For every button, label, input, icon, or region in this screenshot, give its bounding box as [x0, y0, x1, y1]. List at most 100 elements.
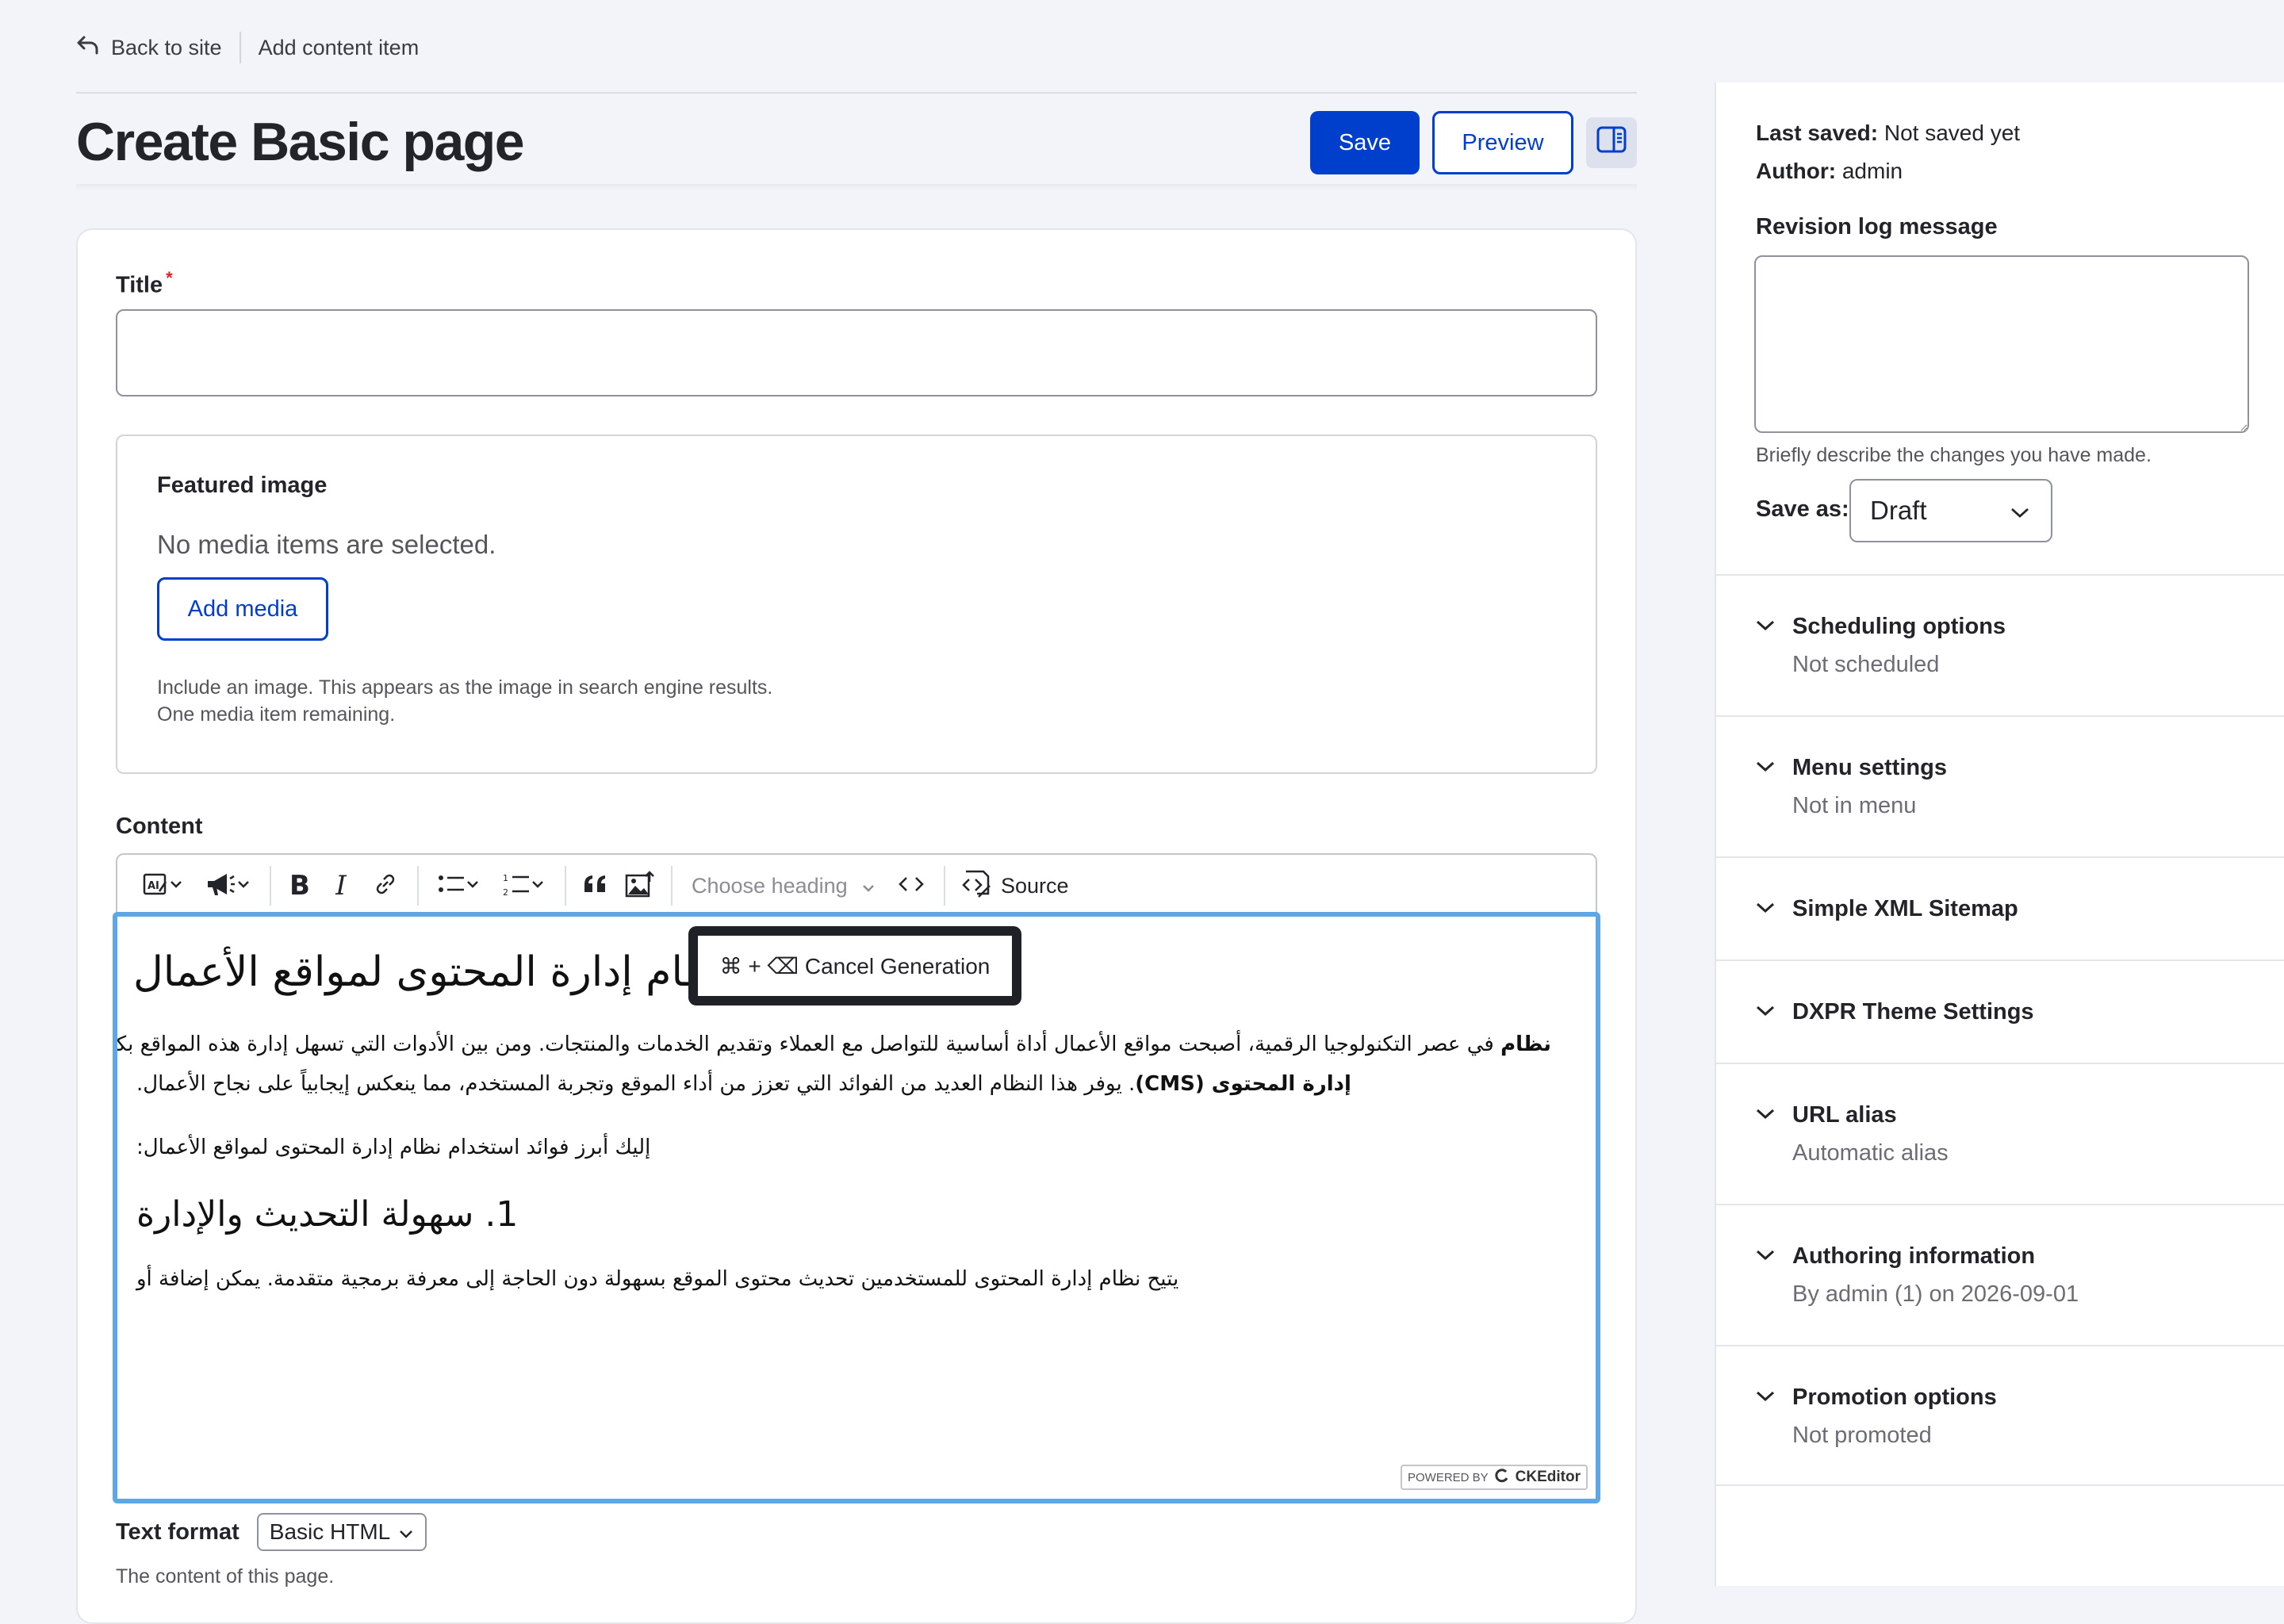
back-arrow-icon: [76, 34, 100, 62]
save-as-label: Save as:: [1756, 496, 1849, 522]
editor-toolbar: AI B I 12 Choose heading Source: [116, 853, 1597, 917]
accordion-promotion-options[interactable]: Promotion options Not promoted: [1716, 1345, 2284, 1486]
editor-heading-2: 1. سهولة التحديث والإدارة: [136, 1194, 519, 1235]
announcement-dropdown[interactable]: [194, 864, 262, 908]
accordion-summary: Not scheduled: [1792, 652, 1940, 677]
chevron-down-icon: [398, 1519, 414, 1545]
powered-by-text: POWERED BY: [1407, 1470, 1489, 1484]
editor-heading-1: نظام إدارة المحتوى لمواقع الأعمال: [133, 948, 730, 996]
heading-dropdown[interactable]: Choose heading: [680, 864, 887, 908]
toolbar-separator: [671, 866, 673, 906]
back-to-site-link[interactable]: Back to site: [76, 34, 222, 62]
content-label: Content: [116, 814, 203, 839]
content-description: The content of this page.: [116, 1565, 335, 1588]
chevron-down-icon: [531, 879, 545, 893]
ckeditor-badge[interactable]: POWERED BY CKEditor: [1401, 1465, 1588, 1490]
chevron-down-icon: [1754, 1389, 1776, 1408]
accordion-summary: Not promoted: [1792, 1423, 1932, 1448]
chevron-down-icon: [236, 879, 251, 893]
toolbar-separator: [565, 866, 566, 906]
save-button[interactable]: Save: [1310, 111, 1420, 174]
revision-log-textarea[interactable]: [1754, 255, 2249, 433]
chevron-down-icon: [466, 879, 480, 893]
ckeditor-brand: CKEditor: [1515, 1469, 1581, 1485]
accordion-menu-settings[interactable]: Menu settings Not in menu: [1716, 715, 2284, 856]
topbar-rule: [76, 92, 1637, 94]
text-format-select[interactable]: Basic HTML: [256, 1513, 427, 1551]
accordion-url-alias[interactable]: URL alias Automatic alias: [1716, 1063, 2284, 1204]
blockquote-button[interactable]: [574, 864, 617, 908]
last-saved-value: Not saved yet: [1884, 121, 2021, 145]
code-button[interactable]: [887, 864, 936, 908]
chevron-down-icon: [1754, 901, 1776, 919]
quote-icon: [583, 873, 608, 899]
no-media-text: No media items are selected.: [157, 530, 496, 559]
editor-paragraph-1-line-1: نظام في عصر التكنولوجيا الرقمية، أصبحت م…: [113, 1032, 1551, 1056]
title-input[interactable]: [116, 309, 1597, 396]
required-mark: *: [166, 268, 173, 288]
accordion-simple-xml-sitemap[interactable]: Simple XML Sitemap: [1716, 856, 2284, 959]
code-icon: [898, 875, 925, 898]
accordion-title: Promotion options: [1792, 1385, 1997, 1410]
accordion-authoring-information[interactable]: Authoring information By admin (1) on 20…: [1716, 1204, 2284, 1345]
accordion-title: URL alias: [1792, 1102, 1897, 1128]
source-button[interactable]: Source: [953, 864, 1077, 908]
chevron-down-icon: [1754, 760, 1776, 778]
heading-dropdown-label: Choose heading: [692, 873, 848, 898]
save-as-select[interactable]: Draft: [1849, 479, 2052, 542]
bold-button[interactable]: B: [279, 864, 320, 908]
link-icon: [372, 871, 399, 902]
accordion-title: DXPR Theme Settings: [1792, 999, 2034, 1025]
header-shadow: [76, 184, 1637, 190]
insert-image-icon: [625, 870, 655, 902]
add-media-button[interactable]: Add media: [157, 577, 328, 641]
italic-button[interactable]: I: [320, 864, 362, 908]
link-button[interactable]: [362, 864, 409, 908]
text-format-row: Text format Basic HTML: [116, 1513, 427, 1551]
accordion-scheduling-options[interactable]: Scheduling options Not scheduled: [1716, 574, 2284, 715]
numbered-list-dropdown[interactable]: 12: [490, 864, 557, 908]
megaphone-icon: [205, 871, 236, 902]
chevron-down-icon: [1754, 619, 1776, 637]
accordion-summary: Automatic alias: [1792, 1140, 1949, 1166]
sidebar-panel-icon: [1596, 126, 1627, 159]
numbered-list-icon: 12: [502, 871, 531, 902]
insert-image-button[interactable]: [617, 864, 663, 908]
editor-paragraph-3: يتيح نظام إدارة المحتوى للمستخدمين تحديث…: [136, 1267, 1179, 1291]
top-bar: Back to site Add content item: [76, 30, 419, 65]
featured-image-fieldset: Featured image No media items are select…: [116, 435, 1597, 774]
breadcrumb: Add content item: [258, 35, 420, 59]
back-to-site-label: Back to site: [111, 35, 222, 59]
preview-button[interactable]: Preview: [1432, 111, 1573, 174]
ai-assistant-icon: AI: [142, 871, 169, 902]
chevron-down-icon: [1754, 1004, 1776, 1022]
accordion-summary: By admin (1) on 2026-09-01: [1792, 1281, 2079, 1307]
cancel-generation-button[interactable]: ⌘ + ⌫ Cancel Generation: [688, 926, 1021, 1005]
toolbar-separator: [417, 866, 419, 906]
bulleted-list-dropdown[interactable]: [427, 864, 490, 908]
bulleted-list-icon: [437, 872, 466, 900]
accordion-dxpr-theme-settings[interactable]: DXPR Theme Settings: [1716, 959, 2284, 1063]
last-saved-line: Last saved: Not saved yet: [1756, 121, 2021, 145]
editor-paragraph-2: إليك أبرز فوائد استخدام نظام إدارة المحت…: [136, 1136, 651, 1159]
chevron-down-icon: [1754, 1107, 1776, 1125]
featured-desc-line1: Include an image. This appears as the im…: [157, 676, 773, 699]
page-title: Create Basic page: [76, 112, 525, 172]
featured-image-legend: Featured image: [157, 473, 328, 498]
accordion-title: Simple XML Sitemap: [1792, 896, 2018, 921]
italic-icon: I: [335, 870, 347, 902]
source-label: Source: [1001, 873, 1069, 898]
accordion-title: Scheduling options: [1792, 614, 2006, 639]
toolbar-separator: [944, 866, 945, 906]
author-value: admin: [1841, 159, 1903, 183]
ai-assistant-dropdown[interactable]: AI: [132, 864, 194, 908]
accordion-summary: Not in menu: [1792, 793, 1917, 818]
toolbar-separator: [270, 866, 271, 906]
svg-text:AI: AI: [148, 880, 159, 892]
revision-log-label: Revision log message: [1756, 214, 1998, 239]
editor-bold-text-2: إدارة المحتوى (CMS): [1135, 1072, 1351, 1096]
featured-image-description: Include an image. This appears as the im…: [157, 674, 772, 728]
toggle-sidebar-button[interactable]: [1586, 117, 1637, 168]
source-icon: [961, 868, 991, 904]
chevron-down-icon: [861, 874, 876, 898]
